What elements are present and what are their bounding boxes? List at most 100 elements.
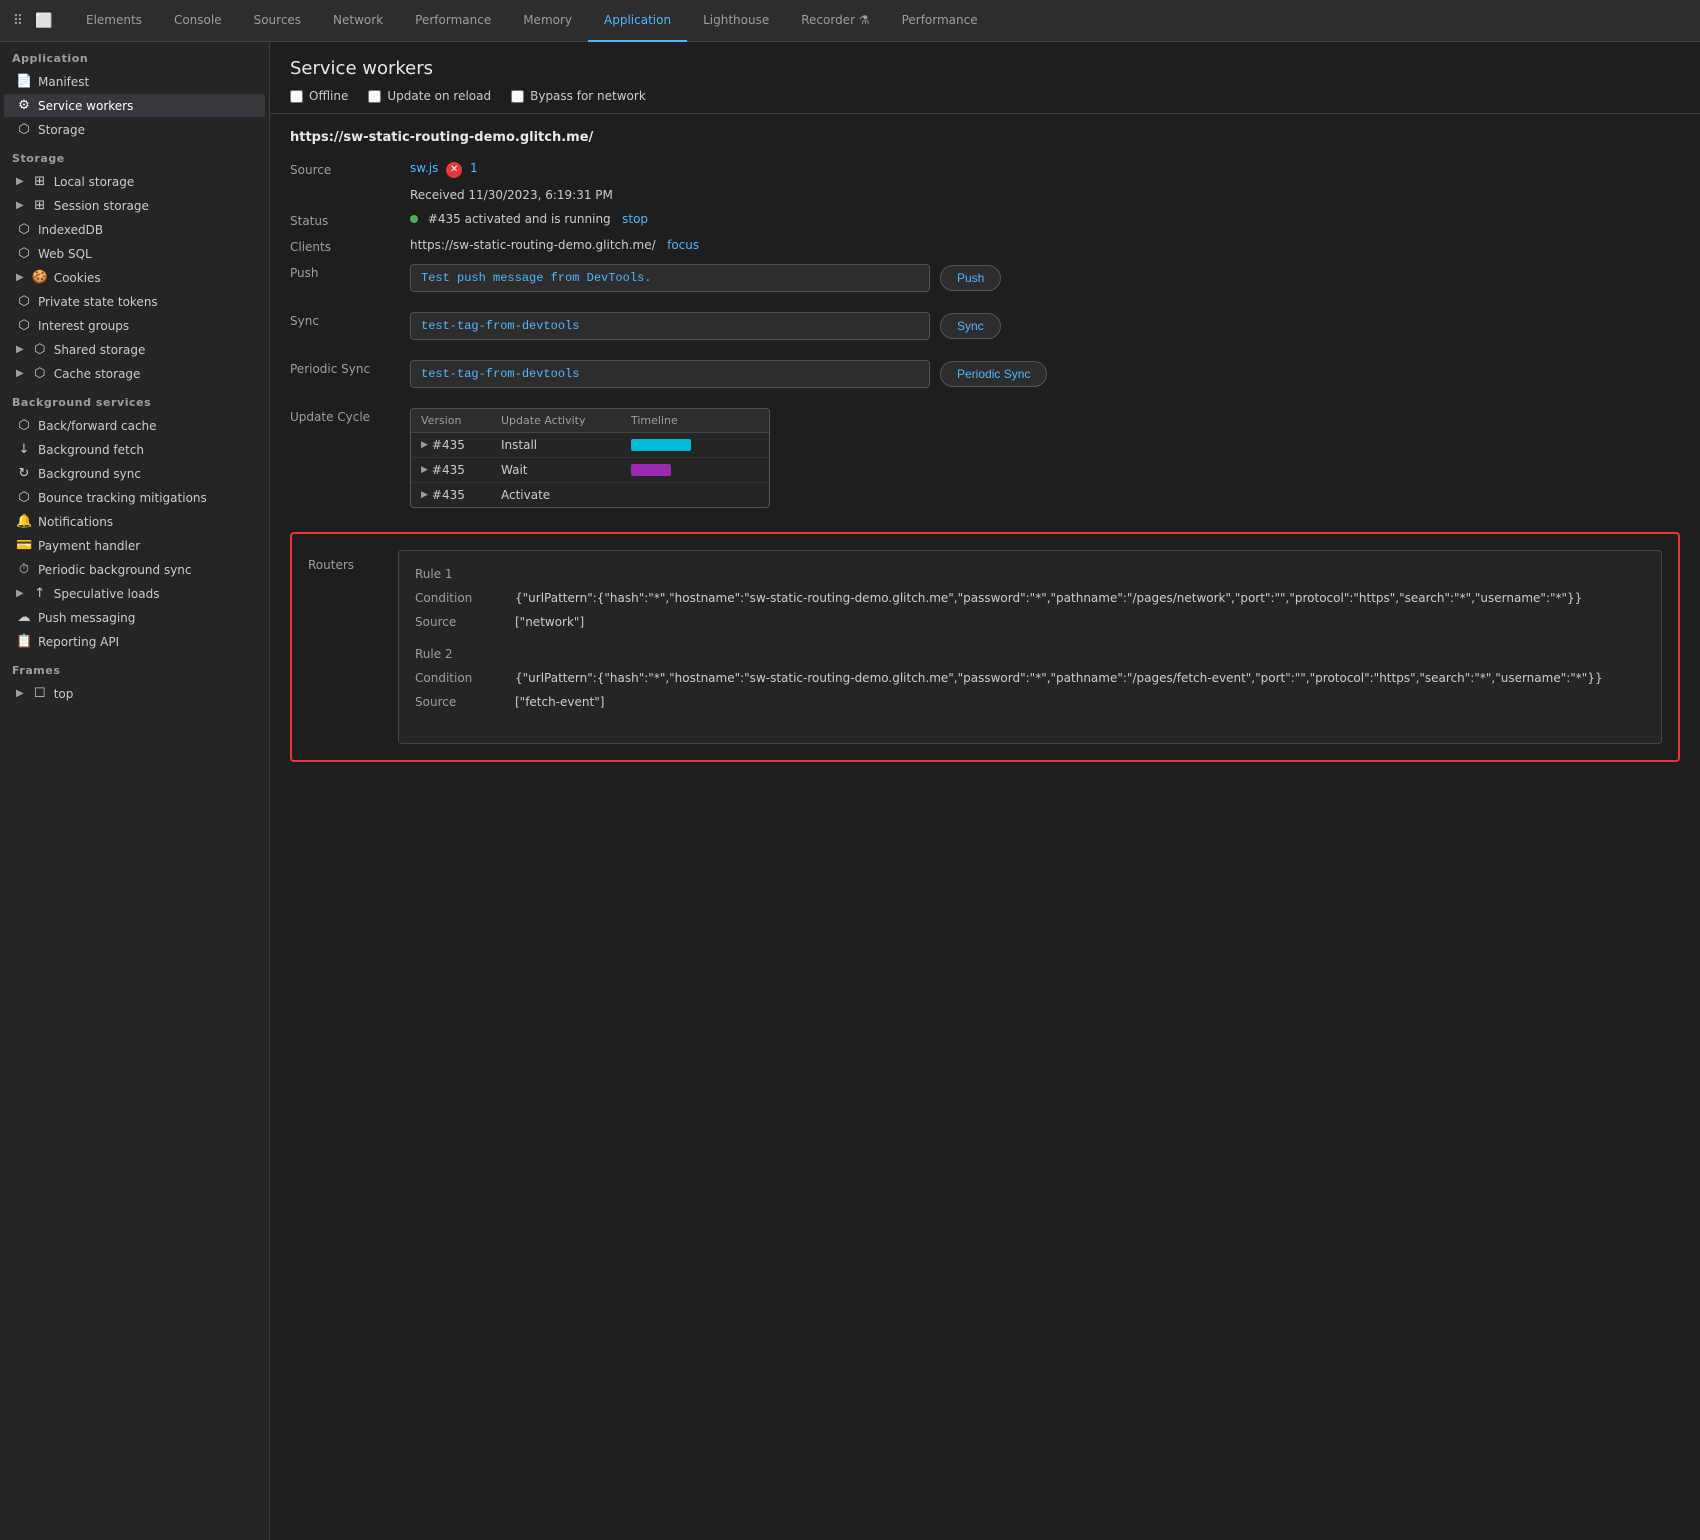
sidebar-item-push-messaging[interactable]: ☁ Push messaging — [4, 606, 265, 629]
condition-value: {"urlPattern":{"hash":"*","hostname":"sw… — [515, 669, 1645, 687]
sidebar-item-label: Reporting API — [38, 635, 119, 649]
sidebar-item-indexeddb[interactable]: ⬡ IndexedDB — [4, 218, 265, 241]
storage-icon: ⬡ — [16, 122, 32, 137]
tab-application[interactable]: Application — [588, 0, 687, 42]
source-value: ["network"] — [515, 613, 1645, 631]
source-value: ["fetch-event"] — [515, 693, 1645, 711]
tab-lighthouse[interactable]: Lighthouse — [687, 0, 785, 42]
sidebar-item-service-workers[interactable]: ⚙ Service workers — [4, 94, 265, 117]
sidebar-item-manifest[interactable]: 📄 Manifest — [4, 70, 265, 93]
periodic-sync-input[interactable] — [410, 360, 930, 388]
web-sql-icon: ⬡ — [16, 246, 32, 261]
sync-input[interactable] — [410, 312, 930, 340]
local-storage-icon: ⊞ — [32, 174, 48, 189]
version-value: #435 — [432, 438, 465, 452]
sidebar-item-web-sql[interactable]: ⬡ Web SQL — [4, 242, 265, 265]
bypass-for-network-input[interactable] — [511, 90, 524, 103]
status-label: Status — [290, 212, 410, 228]
source-number-link[interactable]: 1 — [470, 161, 478, 175]
periodic-sync-button[interactable]: Periodic Sync — [940, 361, 1047, 387]
row-expand-icon: ▶ — [421, 465, 428, 475]
table-row: ▶ #435 Wait — [411, 458, 769, 483]
page-title: Service workers — [290, 58, 1680, 79]
sidebar-item-speculative-loads[interactable]: ▶ ↑ Speculative loads — [4, 582, 265, 605]
sync-button[interactable]: Sync — [940, 313, 1001, 339]
sidebar-item-cache-storage[interactable]: ▶ ⬡ Cache storage — [4, 362, 265, 385]
sidebar-item-label: Storage — [38, 123, 85, 137]
source-link[interactable]: sw.js — [410, 161, 438, 175]
timeline-bar-cyan — [631, 439, 691, 451]
tab-console[interactable]: Console — [158, 0, 238, 42]
update-on-reload-checkbox[interactable]: Update on reload — [368, 89, 491, 103]
sidebar-item-back-forward-cache[interactable]: ⬡ Back/forward cache — [4, 414, 265, 437]
tab-recorder[interactable]: Recorder ⚗ — [785, 0, 885, 42]
inspect-icon[interactable]: ⬜ — [34, 11, 54, 31]
version-cell: ▶ #435 — [421, 463, 501, 477]
sidebar-item-reporting-api[interactable]: 📋 Reporting API — [4, 630, 265, 653]
sidebar-item-local-storage[interactable]: ▶ ⊞ Local storage — [4, 170, 265, 193]
push-messaging-icon: ☁ — [16, 610, 32, 625]
sidebar-item-shared-storage[interactable]: ▶ ⬡ Shared storage — [4, 338, 265, 361]
tab-performance[interactable]: Performance — [399, 0, 507, 42]
frame-icon: ☐ — [32, 686, 48, 701]
rule-2-heading: Rule 2 — [415, 647, 1645, 661]
sidebar-item-label: Cache storage — [54, 367, 141, 381]
expand-arrow-icon: ▶ — [16, 200, 24, 211]
row-expand-icon: ▶ — [421, 440, 428, 450]
tab-network[interactable]: Network — [317, 0, 399, 42]
offline-checkbox-input[interactable] — [290, 90, 303, 103]
sidebar-section-application: Application — [0, 42, 269, 69]
sidebar-item-label: Notifications — [38, 515, 113, 529]
error-badge: ✕ — [446, 162, 462, 178]
cookies-icon: 🍪 — [32, 270, 48, 285]
sidebar-item-cookies[interactable]: ▶ 🍪 Cookies — [4, 266, 265, 289]
sidebar-item-label: Payment handler — [38, 539, 140, 553]
devtools-icon[interactable]: ⠿ — [8, 11, 28, 31]
tab-sources[interactable]: Sources — [238, 0, 317, 42]
update-on-reload-input[interactable] — [368, 90, 381, 103]
received-value: Received 11/30/2023, 6:19:31 PM — [410, 188, 1680, 202]
sidebar-item-frames-top[interactable]: ▶ ☐ top — [4, 682, 265, 705]
background-sync-icon: ↻ — [16, 466, 32, 481]
sync-input-row: Sync — [410, 312, 1680, 340]
tab-elements[interactable]: Elements — [70, 0, 158, 42]
sidebar-item-label: Background sync — [38, 467, 141, 481]
sidebar-item-background-sync[interactable]: ↻ Background sync — [4, 462, 265, 485]
sidebar-item-periodic-background-sync[interactable]: ⏱ Periodic background sync — [4, 558, 265, 581]
sidebar-item-storage[interactable]: ⬡ Storage — [4, 118, 265, 141]
tab-memory[interactable]: Memory — [507, 0, 588, 42]
sidebar-section-storage: Storage — [0, 142, 269, 169]
toolbar: ⠿ ⬜ Elements Console Sources Network Per… — [0, 0, 1700, 42]
session-storage-icon: ⊞ — [32, 198, 48, 213]
sidebar-item-background-fetch[interactable]: ↓ Background fetch — [4, 438, 265, 461]
sidebar: Application 📄 Manifest ⚙ Service workers… — [0, 42, 270, 1540]
push-button[interactable]: Push — [940, 265, 1001, 291]
sidebar-item-label: Speculative loads — [54, 587, 160, 601]
stop-link[interactable]: stop — [622, 212, 648, 226]
background-fetch-icon: ↓ — [16, 442, 32, 457]
rule-2-grid: Condition {"urlPattern":{"hash":"*","hos… — [415, 669, 1645, 711]
clients-url: https://sw-static-routing-demo.glitch.me… — [410, 238, 656, 252]
speculative-loads-icon: ↑ — [32, 586, 48, 601]
sidebar-item-bounce-tracking[interactable]: ⬡ Bounce tracking mitigations — [4, 486, 265, 509]
offline-checkbox[interactable]: Offline — [290, 89, 348, 103]
sidebar-item-private-state-tokens[interactable]: ⬡ Private state tokens — [4, 290, 265, 313]
sidebar-item-interest-groups[interactable]: ⬡ Interest groups — [4, 314, 265, 337]
rule-1-heading: Rule 1 — [415, 567, 1645, 581]
main-area: Application 📄 Manifest ⚙ Service workers… — [0, 42, 1700, 1540]
sidebar-section-background: Background services — [0, 386, 269, 413]
source-label: Source — [415, 613, 515, 631]
content-body: https://sw-static-routing-demo.glitch.me… — [270, 114, 1700, 778]
table-row: ▶ #435 Activate — [411, 483, 769, 507]
focus-link[interactable]: focus — [667, 238, 699, 252]
sidebar-item-payment-handler[interactable]: 💳 Payment handler — [4, 534, 265, 557]
row-expand-icon: ▶ — [421, 490, 428, 500]
push-input[interactable] — [410, 264, 930, 292]
worker-url: https://sw-static-routing-demo.glitch.me… — [290, 130, 1680, 145]
sidebar-item-notifications[interactable]: 🔔 Notifications — [4, 510, 265, 533]
sidebar-item-label: Push messaging — [38, 611, 135, 625]
routers-label: Routers — [308, 550, 378, 572]
bypass-for-network-checkbox[interactable]: Bypass for network — [511, 89, 646, 103]
tab-performance2[interactable]: Performance — [886, 0, 994, 42]
sidebar-item-session-storage[interactable]: ▶ ⊞ Session storage — [4, 194, 265, 217]
